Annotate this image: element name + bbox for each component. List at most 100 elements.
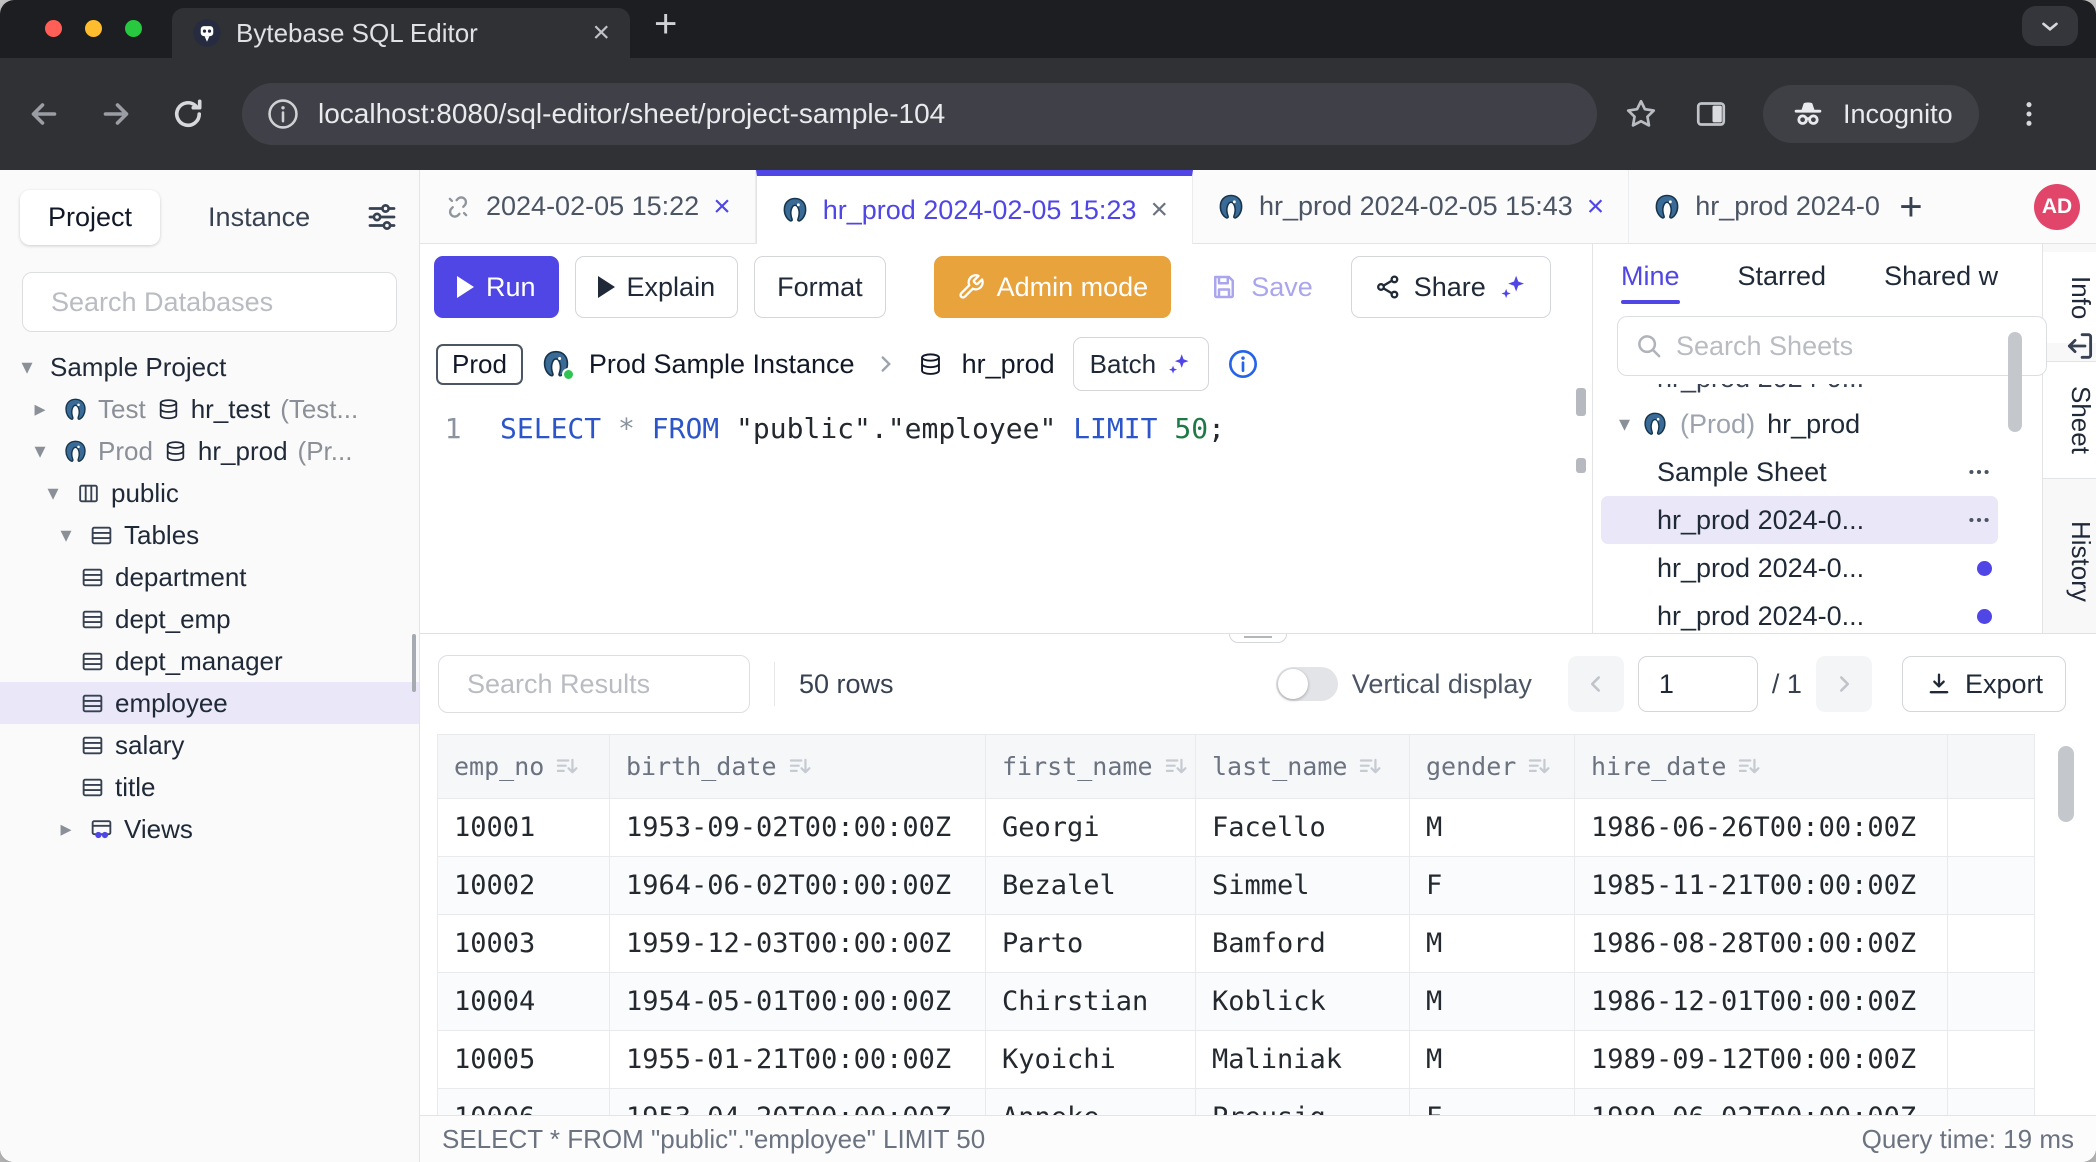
table-cell[interactable]: 1986-12-01T00:00:00Z [1575,973,1948,1031]
table-cell[interactable]: 1986-08-28T00:00:00Z [1575,915,1948,973]
tree-item-dept-emp[interactable]: dept_emp [0,598,419,640]
table-cell[interactable]: 1989-09-12T00:00:00Z [1575,1031,1948,1089]
table-cell[interactable]: Parto [986,915,1196,973]
side-tab-sheet[interactable]: Sheet [2043,361,2096,479]
export-button[interactable]: Export [1902,656,2066,712]
info-icon[interactable] [1227,348,1259,380]
table-cell[interactable]: 10001 [438,799,610,857]
tree-item-hr-prod[interactable]: ▾Prodhr_prod(Pr... [0,430,419,472]
new-browser-tab-button[interactable]: + [654,4,677,44]
table-cell[interactable]: 10002 [438,857,610,915]
explain-button[interactable]: Explain [575,256,739,318]
table-cell[interactable]: 10004 [438,973,610,1031]
table-cell[interactable]: M [1410,799,1575,857]
bookmark-star-icon[interactable] [1623,96,1659,132]
sheet-group-row[interactable]: ▾ (Prod) hr_prod [1593,400,2042,448]
worksheet-tab[interactable]: hr_prod 2024-02-05 15:23× [756,170,1193,244]
share-button[interactable]: Share [1351,256,1551,318]
collapse-panel-icon[interactable] [2063,329,2096,363]
back-icon[interactable] [26,96,62,132]
tree-item-salary[interactable]: salary [0,724,419,766]
page-number-input[interactable] [1638,656,1758,712]
user-avatar[interactable]: AD [2034,184,2080,230]
table-cell[interactable]: Kyoichi [986,1031,1196,1089]
table-cell[interactable]: Simmel [1196,857,1410,915]
forward-icon[interactable] [98,96,134,132]
filter-settings-icon[interactable] [365,200,399,234]
more-menu-icon[interactable] [1966,507,1992,533]
column-header-hire_date[interactable]: hire_date [1575,735,1948,799]
database-search-input[interactable] [51,287,405,318]
column-header-first_name[interactable]: first_name [986,735,1196,799]
side-tab-history[interactable]: History [2043,497,2096,626]
worksheet-tab[interactable]: hr_prod 2024-0 [1629,170,1879,243]
minimize-window-button[interactable] [85,20,102,37]
browser-tab-close-icon[interactable]: × [592,18,610,48]
address-bar[interactable]: localhost:8080/sql-editor/sheet/project-… [242,83,1597,145]
prev-page-button[interactable] [1568,656,1624,712]
column-header-gender[interactable]: gender [1410,735,1575,799]
vertical-display-toggle[interactable] [1276,667,1338,701]
table-cell[interactable]: Maliniak [1196,1031,1410,1089]
database-search[interactable] [22,272,397,332]
admin-mode-button[interactable]: Admin mode [934,256,1172,318]
tree-item-employee[interactable]: employee [0,682,419,724]
table-cell[interactable]: 10005 [438,1031,610,1089]
table-cell[interactable]: Facello [1196,799,1410,857]
sheet-search[interactable] [1617,316,2047,376]
tree-item-views[interactable]: ▸Views [0,808,419,850]
column-header-birth_date[interactable]: birth_date [610,735,986,799]
close-icon[interactable]: × [1587,192,1605,222]
column-header-emp_no[interactable]: emp_no [438,735,610,799]
sidebar-tab-project[interactable]: Project [20,190,160,245]
sheet-item[interactable]: Sample Sheet [1601,448,1998,496]
close-icon[interactable]: × [1150,195,1168,225]
format-button[interactable]: Format [754,256,886,318]
sheet-tab-starred[interactable]: Starred [1738,261,1827,292]
tree-item-dept-manager[interactable]: dept_manager [0,640,419,682]
table-cell[interactable]: F [1410,857,1575,915]
table-cell[interactable]: M [1410,973,1575,1031]
table-cell[interactable]: 1959-12-03T00:00:00Z [610,915,986,973]
sidebar-tab-instance[interactable]: Instance [180,190,338,245]
table-cell[interactable]: Koblick [1196,973,1410,1031]
sheet-search-input[interactable] [1676,331,2030,362]
table-cell[interactable]: 10003 [438,915,610,973]
maximize-window-button[interactable] [125,20,142,37]
new-worksheet-button[interactable]: + [1899,187,1922,227]
browser-menu-icon[interactable] [2013,98,2045,130]
table-cell[interactable]: M [1410,915,1575,973]
tree-item-sample-project[interactable]: ▾Sample Project [0,346,419,388]
table-cell[interactable]: F [1410,1089,1575,1116]
table-cell[interactable]: Georgi [986,799,1196,857]
sheet-item[interactable]: hr_prod 2024-0... [1601,592,1998,633]
table-cell[interactable]: Preusig [1196,1089,1410,1116]
results-search-input[interactable] [467,669,821,700]
worksheet-tab[interactable]: 2024-02-05 15:22× [420,170,756,243]
close-icon[interactable]: × [713,192,731,222]
table-cell[interactable]: 10006 [438,1089,610,1116]
sheet-list-scrollbar[interactable] [2008,332,2022,432]
next-page-button[interactable] [1816,656,1872,712]
close-window-button[interactable] [45,20,62,37]
table-cell[interactable]: Chirstian [986,973,1196,1031]
sheet-tab-shared-w[interactable]: Shared w [1884,261,1998,292]
results-scrollbar[interactable] [2058,746,2074,822]
reload-icon[interactable] [170,96,206,132]
sql-editor[interactable]: 1 SELECT * FROM "public"."employee" LIMI… [420,398,1592,445]
table-cell[interactable]: Bezalel [986,857,1196,915]
site-info-icon[interactable] [266,97,300,131]
run-button[interactable]: Run [434,256,559,318]
results-search[interactable] [438,655,750,713]
more-menu-icon[interactable] [1966,459,1992,485]
batch-button[interactable]: Batch [1073,337,1210,391]
tree-item-title[interactable]: title [0,766,419,808]
sheet-item[interactable]: hr_prod 2024-0... [1601,496,1998,544]
tree-item-hr-test[interactable]: ▸Testhr_test(Test... [0,388,419,430]
instance-name[interactable]: Prod Sample Instance [589,349,855,380]
panel-resize-grip[interactable] [1229,633,1287,643]
table-cell[interactable]: 1953-04-20T00:00:00Z [610,1089,986,1116]
table-cell[interactable]: 1964-06-02T00:00:00Z [610,857,986,915]
table-cell[interactable]: Anneke [986,1089,1196,1116]
sheet-tab-mine[interactable]: Mine [1621,261,1680,292]
